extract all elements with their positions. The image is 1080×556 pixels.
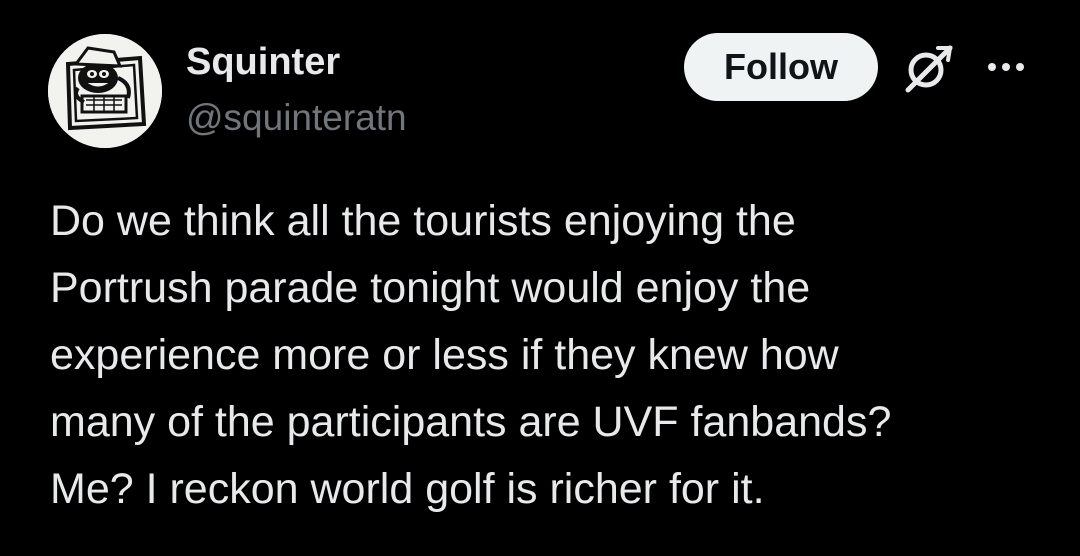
cartoon-avatar-icon [48,34,162,148]
avatar[interactable] [48,34,162,148]
more-options-icon[interactable] [980,52,1032,82]
tweet-text-line: Portrush parade tonight would enjoy the [50,264,811,312]
tweet-text-line: Do we think all the tourists enjoying th… [50,197,796,245]
tweet-text-line: experience more or less if they knew how [50,331,839,379]
follow-button[interactable]: Follow [684,33,878,101]
tweet-text-line: Me? I reckon world golf is richer for it… [50,465,765,513]
author-handle[interactable]: @squinteratn [186,96,407,140]
tweet-card: Squinter @squinteratn Follow Do we think… [0,0,1080,556]
grok-icon[interactable] [900,40,956,96]
author-display-name[interactable]: Squinter [186,40,340,84]
tweet-text-line: many of the participants are UVF fanband… [50,398,892,446]
tweet-text: Do we think all the tourists enjoying th… [50,188,1050,523]
